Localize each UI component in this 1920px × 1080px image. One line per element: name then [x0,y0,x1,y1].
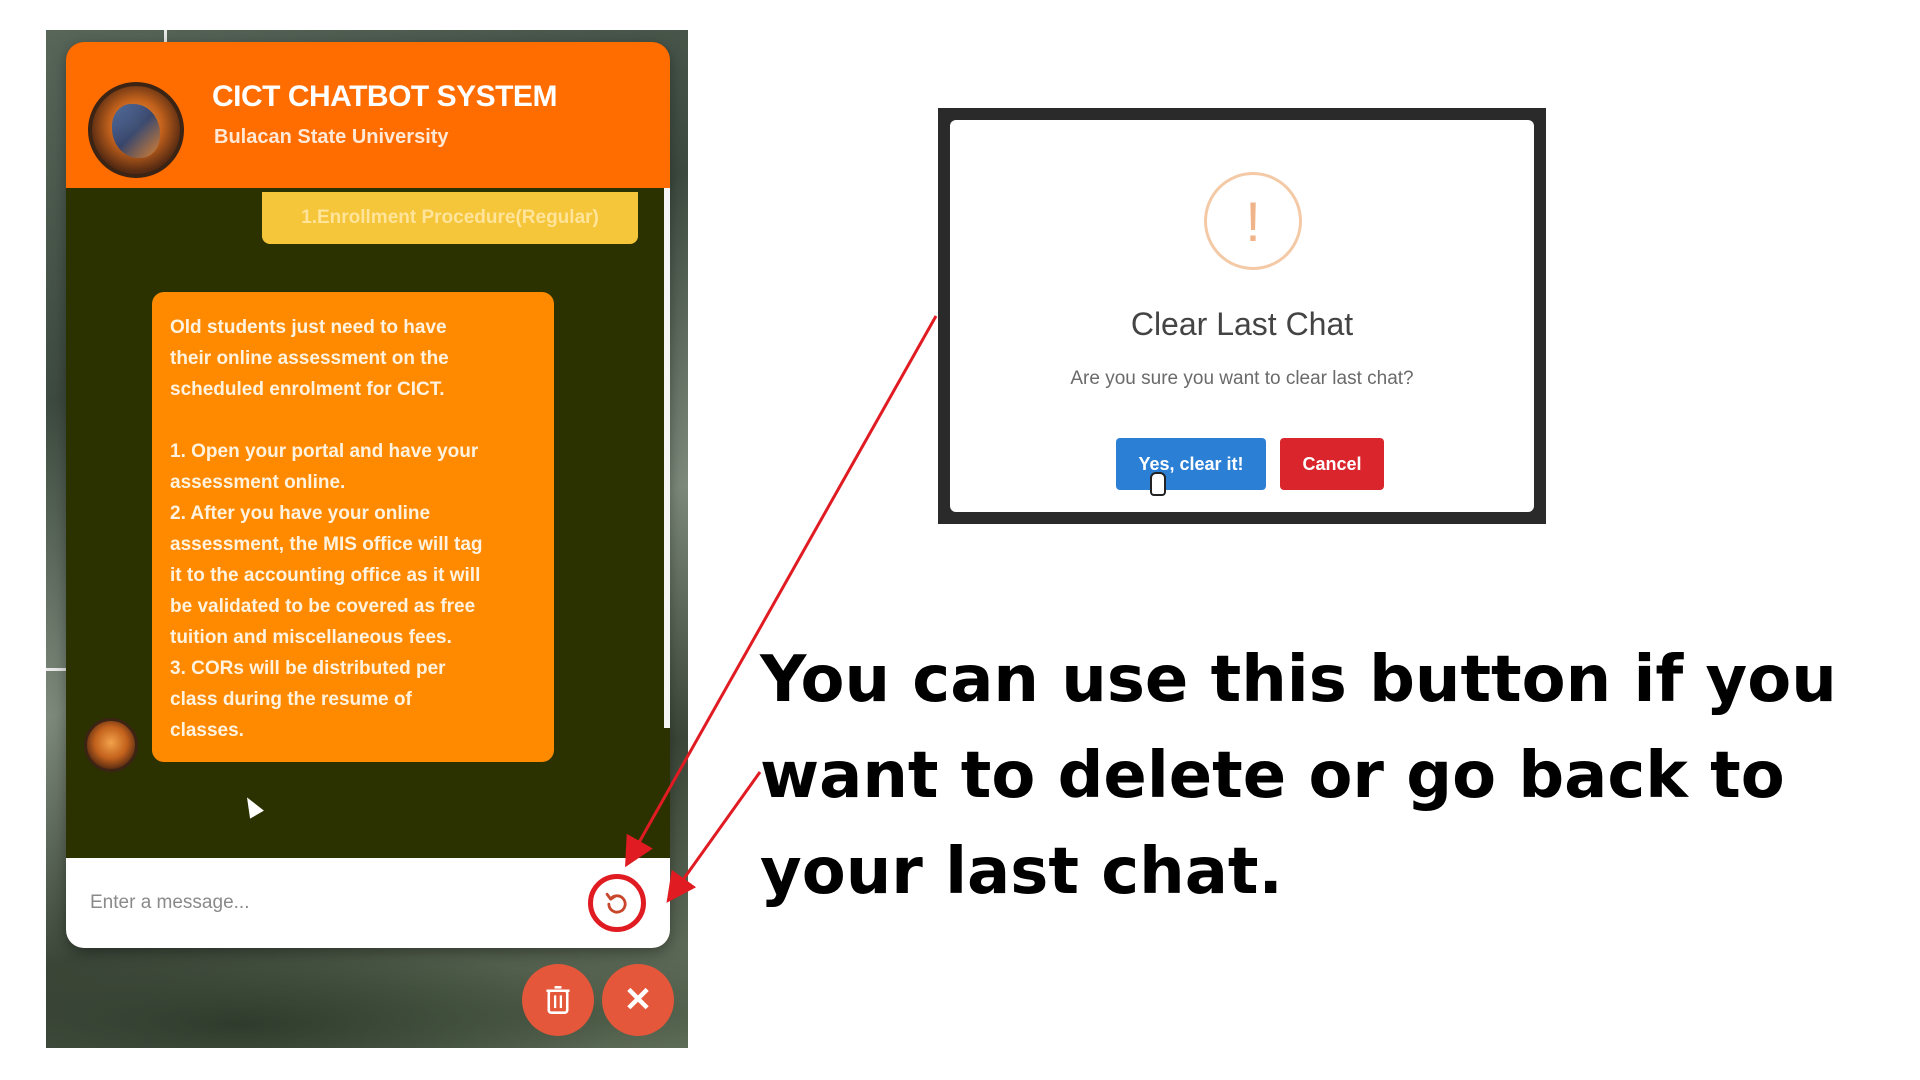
trash-icon [546,986,570,1014]
bot-logo [88,82,184,178]
dialog-title: Clear Last Chat [1130,306,1354,342]
message-input[interactable] [90,878,570,928]
clear-chat-dialog: ! Clear Last Chat Are you sure you want … [950,120,1534,512]
chatbot-header: CICT CHATBOT SYSTEM Bulacan State Univer… [66,42,670,188]
background-divider [46,668,68,671]
warning-icon: ! [1204,172,1302,270]
cancel-button[interactable]: Cancel [1280,438,1384,490]
close-chat-button[interactable]: ✕ [602,964,674,1036]
chat-scrollbar[interactable] [664,188,670,728]
user-message-bubble: 1.Enrollment Procedure(Regular) [262,192,638,244]
instruction-caption: You can use this button if you want to d… [760,643,1837,909]
confirm-clear-button[interactable]: Yes, clear it! [1116,438,1266,490]
hand-cursor-icon [1150,472,1166,496]
chat-messages[interactable]: 1.Enrollment Procedure(Regular) Old stud… [66,188,670,858]
chatbot-subtitle: Bulacan State University [214,126,449,148]
chat-input-bar [66,858,670,948]
clear-last-chat-button[interactable] [588,874,646,932]
mouse-pointer-icon [240,793,264,819]
bot-avatar [84,718,138,772]
dialog-message: Are you sure you want to clear last chat… [1070,368,1414,389]
close-icon: ✕ [623,981,653,1019]
undo-icon [605,892,627,914]
chatbot-window: CICT CHATBOT SYSTEM Bulacan State Univer… [66,42,670,948]
chatbot-screenshot: CICT CHATBOT SYSTEM Bulacan State Univer… [46,30,688,1048]
bot-message-bubble: Old students just need to have their onl… [152,292,554,762]
delete-chat-button[interactable] [522,964,594,1036]
dialog-screenshot: ! Clear Last Chat Are you sure you want … [938,108,1546,524]
chatbot-title: CICT CHATBOT SYSTEM [212,80,557,113]
